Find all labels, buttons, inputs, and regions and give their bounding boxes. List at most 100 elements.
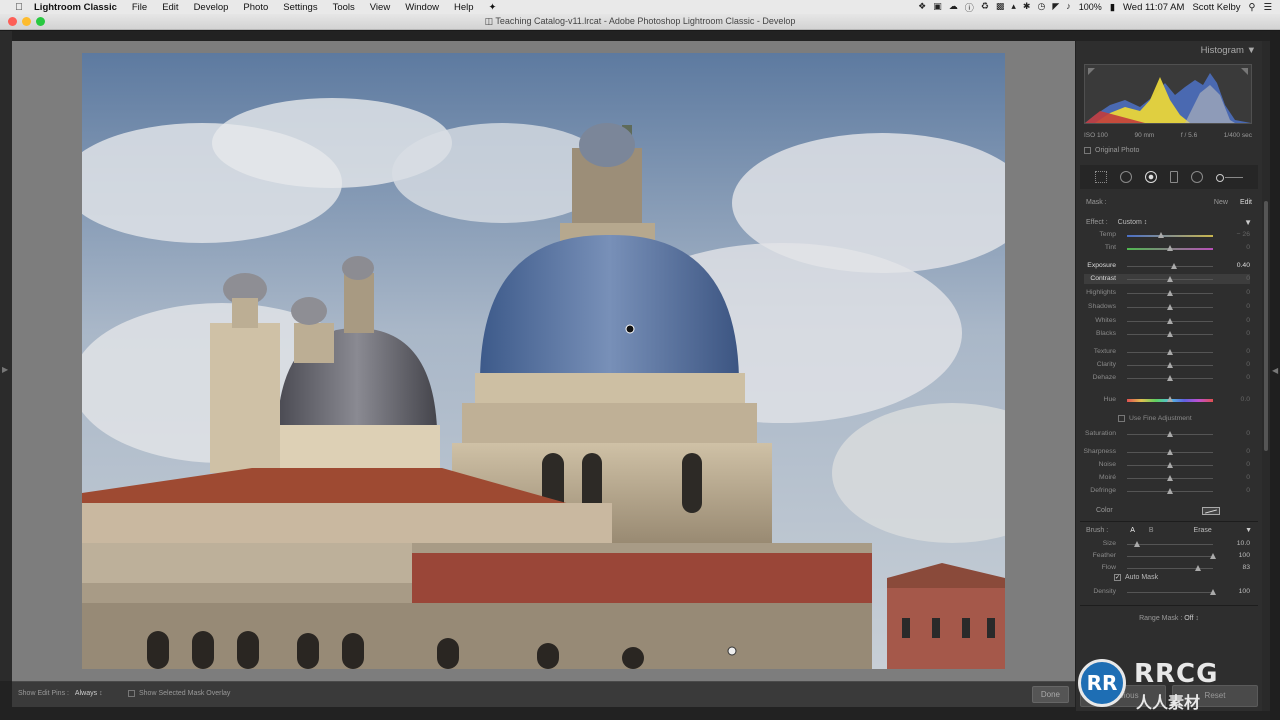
slider-whites[interactable]: Whites 0: [1084, 316, 1250, 326]
slider-track[interactable]: [1127, 396, 1213, 402]
slider-track[interactable]: [1127, 553, 1216, 559]
slider-value[interactable]: 0: [1226, 487, 1250, 494]
slider-value[interactable]: 0: [1226, 461, 1250, 468]
slider-track[interactable]: [1127, 232, 1213, 238]
slider-track[interactable]: [1127, 349, 1213, 355]
time-machine-icon[interactable]: ◷: [1037, 1, 1045, 14]
slider-value[interactable]: 0: [1226, 275, 1250, 282]
slider-noise[interactable]: Noise 0: [1084, 460, 1250, 470]
slider-knob[interactable]: [1171, 263, 1178, 269]
range-mask-row[interactable]: Range Mask : Off ↕: [1076, 615, 1262, 622]
show-edit-pins[interactable]: Show Edit Pins : Always ↕: [18, 690, 103, 697]
display-icon[interactable]: ▣: [933, 1, 942, 14]
slider-value[interactable]: − 26: [1226, 231, 1250, 238]
slider-shadows[interactable]: Shadows 0: [1084, 302, 1250, 312]
slider-value[interactable]: 0: [1226, 430, 1250, 437]
slider-tint[interactable]: Tint 0: [1084, 243, 1250, 253]
slider-knob[interactable]: [1167, 396, 1173, 402]
brush-collapse-icon[interactable]: ▼: [1245, 527, 1252, 534]
menu-file[interactable]: File: [132, 2, 147, 13]
mask-new-button[interactable]: New: [1214, 199, 1228, 206]
slider-hue[interactable]: Hue 0.0: [1084, 395, 1250, 405]
image-canvas[interactable]: [12, 41, 1075, 681]
slider-brush-feather[interactable]: Feather 100: [1084, 551, 1250, 561]
slider-knob[interactable]: [1167, 362, 1173, 368]
slider-knob[interactable]: [1167, 488, 1173, 494]
slider-value[interactable]: 0: [1226, 374, 1250, 381]
spotlight-icon[interactable]: ⚲: [1249, 2, 1256, 13]
slider-knob[interactable]: [1134, 541, 1141, 547]
user-name[interactable]: Scott Kelby: [1192, 2, 1240, 13]
show-edit-pins-select[interactable]: Always: [75, 690, 97, 697]
original-photo-toggle[interactable]: Original Photo: [1084, 147, 1139, 154]
adjustment-brush-icon[interactable]: [1215, 171, 1244, 183]
slider-track[interactable]: [1127, 565, 1213, 571]
slider-knob[interactable]: [1167, 276, 1173, 282]
screen-icon[interactable]: ▩: [996, 1, 1005, 14]
slider-value[interactable]: 83: [1226, 564, 1250, 571]
slider-knob[interactable]: [1167, 331, 1173, 337]
slider-knob[interactable]: [1167, 431, 1173, 437]
slider-moire[interactable]: Moiré 0: [1084, 473, 1250, 483]
menu-app-name[interactable]: Lightroom Classic: [34, 2, 117, 13]
scrollbar-thumb[interactable]: [1264, 201, 1268, 451]
slider-knob[interactable]: [1195, 565, 1202, 571]
apple-icon[interactable]: : [12, 2, 26, 13]
slider-value[interactable]: 0: [1226, 289, 1250, 296]
battery-icon[interactable]: ▮: [1110, 2, 1115, 13]
brush-erase-button[interactable]: Erase: [1194, 527, 1212, 534]
slider-track[interactable]: [1127, 449, 1213, 455]
slider-knob[interactable]: [1167, 375, 1173, 381]
slider-track[interactable]: [1127, 462, 1213, 468]
menu-settings[interactable]: Settings: [283, 2, 317, 13]
slider-knob[interactable]: [1167, 475, 1173, 481]
color-swatch[interactable]: [1202, 507, 1220, 515]
slider-value[interactable]: 0: [1226, 474, 1250, 481]
slider-track[interactable]: [1127, 589, 1216, 595]
red-eye-icon[interactable]: [1144, 171, 1157, 183]
auto-mask-toggle[interactable]: ✓ Auto Mask: [1114, 574, 1158, 581]
slider-value[interactable]: 0: [1226, 348, 1250, 355]
menu-help[interactable]: Help: [454, 2, 474, 13]
slider-knob[interactable]: [1167, 318, 1173, 324]
slider-value[interactable]: 0: [1226, 448, 1250, 455]
expand-left-panel-icon[interactable]: ▶: [2, 365, 8, 374]
info-icon[interactable]: ⓘ: [965, 1, 974, 14]
menu-photo[interactable]: Photo: [243, 2, 268, 13]
menu-view[interactable]: View: [370, 2, 390, 13]
menu-extra-icon[interactable]: ❖: [918, 1, 926, 14]
slider-saturation[interactable]: Saturation 0: [1084, 429, 1250, 439]
slider-value[interactable]: 0: [1226, 361, 1250, 368]
slider-temp[interactable]: Temp − 26: [1084, 230, 1250, 240]
airplay-icon[interactable]: ▴: [1011, 1, 1016, 14]
slider-value[interactable]: 0: [1226, 330, 1250, 337]
slider-dehaze[interactable]: Dehaze 0: [1084, 373, 1250, 383]
sync-icon[interactable]: ♻: [981, 1, 989, 14]
slider-value[interactable]: 0: [1226, 303, 1250, 310]
slider-brush-density[interactable]: Density 100: [1084, 587, 1250, 597]
mask-overlay-toggle[interactable]: Show Selected Mask Overlay: [128, 690, 230, 697]
histogram-header[interactable]: Histogram ▼: [1201, 45, 1256, 56]
done-button[interactable]: Done: [1031, 686, 1069, 703]
slider-texture[interactable]: Texture 0: [1084, 347, 1250, 357]
slider-knob[interactable]: [1210, 553, 1216, 559]
slider-knob[interactable]: [1167, 304, 1173, 310]
histogram[interactable]: [1084, 64, 1252, 124]
slider-knob[interactable]: [1167, 245, 1173, 251]
bluetooth-icon[interactable]: ✱: [1023, 1, 1031, 14]
brush-a-button[interactable]: A: [1130, 527, 1135, 534]
slider-brush-flow[interactable]: Flow 83: [1084, 563, 1250, 573]
slider-sharpness[interactable]: Sharpness 0: [1084, 447, 1250, 457]
slider-defringe[interactable]: Defringe 0: [1084, 486, 1250, 496]
wifi-icon[interactable]: ◤: [1052, 1, 1059, 14]
slider-contrast[interactable]: Contrast 0: [1084, 274, 1250, 284]
photo-preview[interactable]: [82, 53, 1005, 669]
slider-track[interactable]: [1127, 431, 1213, 437]
auto-mask-checkbox[interactable]: ✓: [1114, 574, 1121, 581]
slider-clarity[interactable]: Clarity 0: [1084, 360, 1250, 370]
slider-track[interactable]: [1127, 362, 1213, 368]
volume-icon[interactable]: ♪: [1066, 1, 1071, 14]
collapse-right-panel-icon[interactable]: ◀: [1272, 366, 1278, 375]
slider-track[interactable]: [1127, 475, 1213, 481]
effect-select[interactable]: Custom ↕: [1118, 219, 1148, 226]
